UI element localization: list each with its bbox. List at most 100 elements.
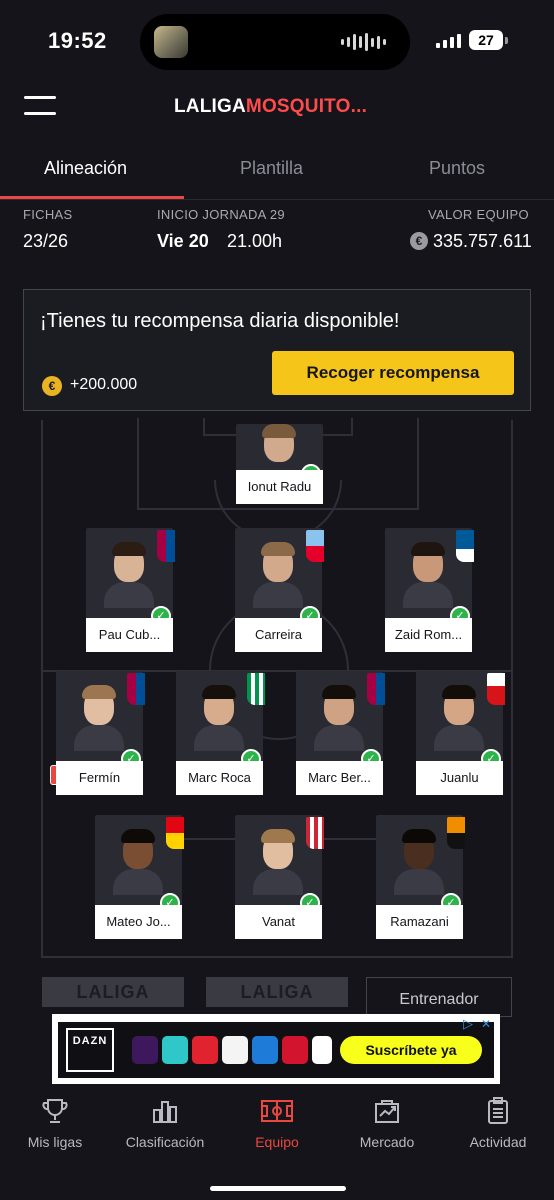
status-time: 19:52	[48, 28, 107, 53]
competition-logo-1	[132, 1036, 158, 1064]
club-crest-icon	[487, 673, 505, 705]
player-card-midfielder-4[interactable]: ✓ Juanlu	[416, 671, 505, 795]
tab-plantilla[interactable]: Plantilla	[240, 158, 303, 179]
player-name: Juanlu	[416, 761, 503, 795]
jornada-label: INICIO JORNADA 29	[157, 207, 285, 222]
clipboard-icon	[488, 1097, 508, 1124]
nav-equipo[interactable]: Equipo	[222, 1096, 332, 1150]
bench-slot-1[interactable]: LALIGA	[42, 977, 184, 1007]
club-crest-icon	[166, 817, 184, 849]
competition-logo-5	[252, 1036, 278, 1064]
club-crest-icon	[306, 530, 324, 562]
player-card-midfielder-3[interactable]: ✓ Marc Ber...	[296, 671, 385, 795]
nav-label: Mercado	[359, 1134, 415, 1150]
player-card-defender-2[interactable]: ✓ Carreira	[235, 528, 324, 652]
player-name: Marc Roca	[176, 761, 263, 795]
tab-puntos[interactable]: Puntos	[429, 158, 485, 179]
jornada-time: 21.00h	[227, 231, 283, 251]
player-photo	[401, 542, 455, 608]
bench-slot-2[interactable]: LALIGA	[206, 977, 348, 1007]
nav-mis-ligas[interactable]: Mis ligas	[0, 1096, 110, 1150]
bottom-nav: Mis ligas Clasificación Equipo Mercado A…	[0, 1090, 554, 1200]
nav-clasificacion[interactable]: Clasificación	[110, 1096, 220, 1150]
club-crest-icon	[127, 673, 145, 705]
status-bar: 19:52 27	[0, 0, 554, 84]
competition-logo-6	[282, 1036, 308, 1064]
player-card-midfielder-1[interactable]: C ✓ Fermín	[50, 671, 145, 795]
coin-icon: €	[42, 376, 62, 396]
player-photo	[432, 685, 486, 751]
player-card-forward-1[interactable]: ✓ Mateo Jo...	[95, 815, 184, 939]
dynamic-island	[140, 14, 410, 70]
audio-wave-icon	[341, 33, 386, 51]
player-card-forward-3[interactable]: ✓ Ramazani	[376, 815, 465, 939]
signal-icon	[436, 34, 461, 48]
tab-alineacion[interactable]: Alineación	[44, 158, 127, 179]
coach-slot[interactable]: Entrenador	[366, 977, 512, 1017]
valor-value: 335.757.611	[433, 231, 532, 251]
fichas-label: FICHAS	[23, 207, 73, 222]
competition-logo-2	[162, 1036, 188, 1064]
active-tab-indicator	[0, 196, 184, 199]
club-crest-icon	[456, 530, 474, 562]
league-title-name: MOSQUITO...	[245, 96, 368, 117]
player-card-defender-3[interactable]: ✓ Zaid Rom...	[385, 528, 474, 652]
player-name: Zaid Rom...	[385, 618, 472, 652]
ad-content: DAZN Suscríbete ya	[58, 1022, 494, 1078]
player-name: Carreira	[235, 618, 322, 652]
club-crest-icon	[306, 817, 324, 849]
player-photo	[251, 829, 305, 895]
player-photo	[192, 685, 246, 751]
collect-reward-button[interactable]: Recoger recompensa	[272, 351, 514, 395]
valor-label: VALOR EQUIPO	[428, 207, 529, 222]
nav-label: Mis ligas	[27, 1134, 83, 1150]
player-photo	[111, 829, 165, 895]
player-name: Ramazani	[376, 905, 463, 939]
player-photo	[251, 542, 305, 608]
competition-logo-4	[222, 1036, 248, 1064]
tab-bar: Alineación Plantilla Puntos	[0, 150, 554, 200]
nav-actividad[interactable]: Actividad	[443, 1096, 553, 1150]
pitch-icon	[261, 1100, 293, 1122]
league-title[interactable]: LALIGAMOSQUITO...	[174, 96, 367, 118]
bar-chart-icon	[153, 1101, 177, 1123]
ad-close-icon[interactable]: ✕	[478, 1016, 494, 1032]
player-name: Ionut Radu	[236, 470, 323, 504]
subscribe-button[interactable]: Suscríbete ya	[340, 1036, 482, 1064]
reward-amount: +200.000	[70, 376, 138, 393]
nav-label: Actividad	[469, 1134, 527, 1150]
club-crest-icon	[247, 673, 265, 705]
competition-logo-7	[312, 1036, 332, 1064]
player-card-defender-1[interactable]: ✓ Pau Cub...	[86, 528, 175, 652]
reward-title: ¡Tienes tu recompensa diaria disponible!	[40, 310, 400, 332]
player-name: Pau Cub...	[86, 618, 173, 652]
fichas-value: 23/26	[23, 231, 69, 251]
nav-label: Equipo	[255, 1134, 299, 1150]
player-photo	[102, 542, 156, 608]
ad-banner[interactable]: DAZN Suscríbete ya	[52, 1014, 500, 1084]
now-playing-thumbnail	[154, 26, 188, 58]
player-card-midfielder-2[interactable]: ✓ Marc Roca	[176, 671, 265, 795]
player-photo	[312, 685, 366, 751]
menu-icon[interactable]	[24, 96, 56, 116]
currency-icon: €	[410, 232, 428, 250]
club-crest-icon	[447, 817, 465, 849]
player-name: Fermín	[56, 761, 143, 795]
ad-choices-icon[interactable]: ▷	[460, 1016, 476, 1032]
dazn-logo: DAZN	[66, 1028, 114, 1072]
battery-cap	[505, 37, 508, 44]
player-name: Vanat	[235, 905, 322, 939]
nav-label: Clasificación	[125, 1134, 205, 1150]
club-crest-icon	[367, 673, 385, 705]
jornada-day: Vie 20	[157, 231, 209, 251]
trophy-icon	[42, 1099, 68, 1123]
player-photo	[252, 424, 306, 468]
player-card-goalkeeper[interactable]: ✓ Ionut Radu	[236, 424, 323, 504]
daily-reward-card: ¡Tienes tu recompensa diaria disponible!…	[23, 289, 531, 411]
market-icon	[375, 1100, 399, 1123]
home-indicator[interactable]	[210, 1186, 346, 1191]
nav-mercado[interactable]: Mercado	[332, 1096, 442, 1150]
player-photo	[392, 829, 446, 895]
player-name: Marc Ber...	[296, 761, 383, 795]
player-card-forward-2[interactable]: ✓ Vanat	[235, 815, 324, 939]
